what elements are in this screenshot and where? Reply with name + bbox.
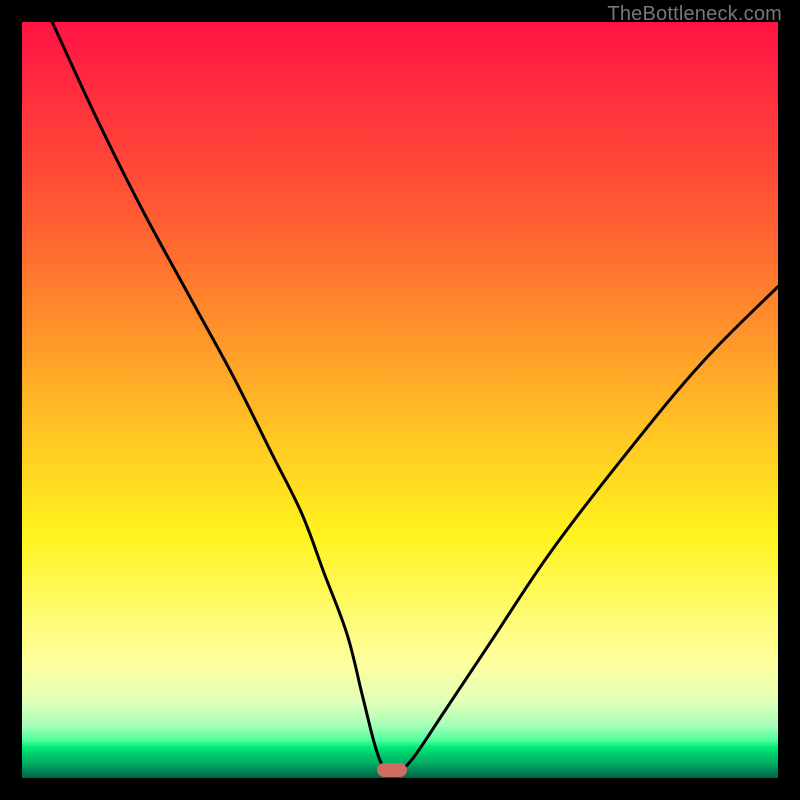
bottleneck-curve — [22, 22, 778, 778]
chart-frame: TheBottleneck.com — [0, 0, 800, 800]
curve-path — [52, 22, 778, 772]
optimal-point-marker — [377, 763, 407, 777]
plot-area — [22, 22, 778, 778]
